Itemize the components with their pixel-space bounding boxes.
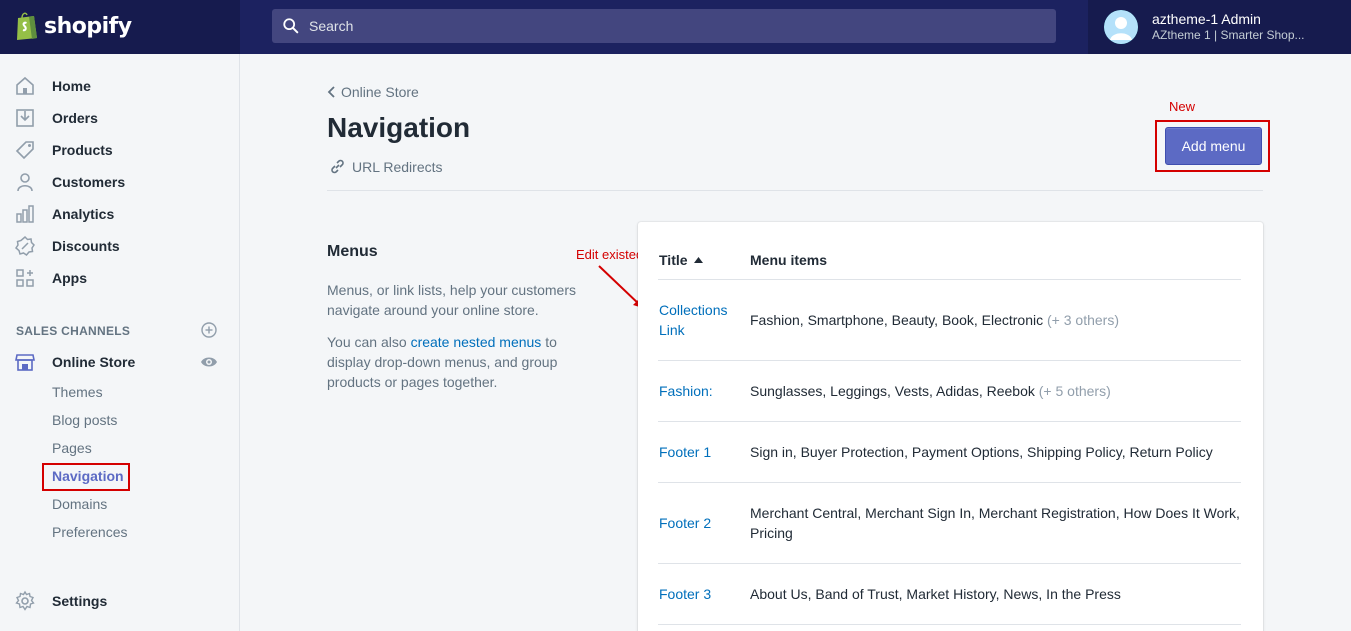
- person-icon: [17, 173, 33, 192]
- sidebar-item-customers[interactable]: Customers: [14, 170, 125, 194]
- menu-items-cell: Sunglasses, Leggings, Vests, Adidas, Ree…: [750, 381, 1245, 401]
- sidebar-item-label: Orders: [52, 110, 98, 126]
- menus-table-card: Title Menu items Collections Link Fashio…: [638, 222, 1263, 631]
- row-divider: [658, 279, 1241, 280]
- sidebar-item-label: Products: [52, 142, 113, 158]
- row-divider: [658, 421, 1241, 422]
- sidebar-subitem-blog-posts[interactable]: Blog posts: [52, 412, 117, 428]
- sidebar-item-label: Discounts: [52, 238, 120, 254]
- breadcrumb-label: Online Store: [341, 84, 419, 100]
- menus-description: Menus, or link lists, help your customer…: [327, 282, 576, 318]
- tag-icon: [15, 141, 34, 160]
- menu-items-text: Merchant Central, Merchant Sign In, Merc…: [750, 505, 1240, 541]
- user-menu[interactable]: aztheme-1 Admin AZtheme 1 | Smarter Shop…: [1088, 0, 1351, 54]
- store-icon: [15, 354, 35, 371]
- url-redirects-link[interactable]: URL Redirects: [329, 158, 443, 175]
- link-icon: [331, 159, 344, 174]
- menu-items-cell: Merchant Central, Merchant Sign In, Merc…: [750, 503, 1245, 543]
- menu-title-link[interactable]: Footer 2: [659, 513, 711, 533]
- sidebar-item-label: Analytics: [52, 206, 115, 222]
- menu-title-link[interactable]: Footer 1: [659, 442, 711, 462]
- bar-chart-icon: [16, 205, 34, 223]
- sidebar-subitem-preferences[interactable]: Preferences: [52, 524, 127, 540]
- menu-items-text: Fashion, Smartphone, Beauty, Book, Elect…: [750, 312, 1044, 328]
- sidebar-item-products[interactable]: Products: [14, 138, 113, 162]
- sidebar-item-label: Settings: [52, 593, 108, 609]
- annotation-edit-label: Edit existed: [576, 247, 644, 262]
- page-title: Navigation: [327, 112, 471, 143]
- row-divider: [658, 360, 1241, 361]
- menu-title-link[interactable]: Fashion:: [659, 381, 713, 401]
- row-divider: [658, 563, 1241, 564]
- row-divider: [658, 482, 1241, 483]
- orders-icon: [16, 109, 34, 127]
- sales-channels-heading: SALES CHANNELS: [16, 324, 131, 338]
- menu-items-others: (+ 3 others): [1047, 312, 1119, 328]
- shopify-wordmark: shopify: [44, 13, 132, 39]
- add-menu-button[interactable]: Add menu: [1165, 127, 1262, 165]
- avatar-person-icon: [1104, 10, 1138, 44]
- row-divider: [658, 624, 1241, 625]
- sidebar-item-label: Home: [52, 78, 91, 94]
- sidebar-item-label: Online Store: [52, 354, 136, 370]
- sidebar-item-apps[interactable]: Apps: [14, 266, 87, 290]
- search-icon: [283, 18, 299, 34]
- sidebar-item-settings[interactable]: Settings: [14, 589, 107, 613]
- sidebar-item-label: Apps: [52, 270, 87, 286]
- menu-items-others: (+ 5 others): [1038, 383, 1111, 399]
- avatar[interactable]: [1104, 10, 1138, 44]
- menu-title-link[interactable]: Collections Link: [659, 300, 739, 340]
- column-title-label: Title: [659, 252, 688, 268]
- create-nested-menus-link[interactable]: create nested menus: [411, 334, 542, 350]
- sidebar-subitem-domains[interactable]: Domains: [52, 496, 107, 512]
- header-divider: [327, 190, 1263, 191]
- home-icon: [16, 76, 34, 95]
- sidebar-item-online-store[interactable]: Online Store: [14, 350, 135, 374]
- top-bar: shopify Search aztheme-1 Admin AZtheme 1…: [0, 0, 1351, 54]
- column-header-title[interactable]: Title: [659, 252, 703, 268]
- shopify-bag-icon: [17, 12, 37, 40]
- view-store-eye-icon[interactable]: [200, 355, 218, 369]
- user-shop-name: AZtheme 1 | Smarter Shop...: [1152, 28, 1305, 42]
- annotation-highlight-navigation: [42, 463, 130, 491]
- sidebar-item-discounts[interactable]: Discounts: [14, 234, 120, 258]
- shopify-logo[interactable]: shopify: [14, 11, 132, 41]
- sidebar-item-analytics[interactable]: Analytics: [14, 202, 114, 226]
- breadcrumb[interactable]: Online Store: [327, 84, 419, 100]
- gear-icon: [15, 590, 35, 611]
- sidebar-subitem-themes[interactable]: Themes: [52, 384, 103, 400]
- discount-icon: [15, 235, 35, 256]
- menu-items-text: Sunglasses, Leggings, Vests, Adidas, Ree…: [750, 383, 1035, 399]
- menu-items-cell: About Us, Band of Trust, Market History,…: [750, 584, 1245, 604]
- add-channel-plus-icon[interactable]: [201, 322, 217, 338]
- nested-desc-prefix: You can also: [327, 334, 411, 350]
- sidebar-item-label: Customers: [52, 174, 126, 190]
- menu-items-cell: Sign in, Buyer Protection, Payment Optio…: [750, 442, 1245, 462]
- search-input[interactable]: Search: [272, 9, 1056, 43]
- url-redirects-label: URL Redirects: [352, 158, 443, 175]
- sidebar: Home Orders Products Customers Analytics…: [0, 54, 240, 631]
- menu-items-cell: Fashion, Smartphone, Beauty, Book, Elect…: [750, 310, 1245, 330]
- annotation-new-label: New: [1169, 99, 1196, 114]
- menu-items-text: About Us, Band of Trust, Market History,…: [750, 586, 1121, 602]
- column-header-menu-items: Menu items: [750, 252, 828, 268]
- menus-nested-description: You can also create nested menus to disp…: [327, 332, 587, 392]
- main-content: Online Store Navigation URL Redirects Ne…: [241, 54, 1351, 631]
- apps-icon: [16, 269, 34, 287]
- menu-title-link[interactable]: Footer 3: [659, 584, 711, 604]
- menu-items-text: Sign in, Buyer Protection, Payment Optio…: [750, 444, 1213, 460]
- chevron-left-icon: [327, 86, 335, 98]
- sort-ascending-icon: [693, 257, 703, 263]
- menus-section-title: Menus: [327, 243, 378, 260]
- search-placeholder: Search: [309, 18, 354, 34]
- user-name: aztheme-1 Admin: [1152, 11, 1261, 27]
- sidebar-item-home[interactable]: Home: [14, 74, 91, 98]
- sidebar-subitem-pages[interactable]: Pages: [52, 440, 92, 456]
- sidebar-item-orders[interactable]: Orders: [14, 106, 98, 130]
